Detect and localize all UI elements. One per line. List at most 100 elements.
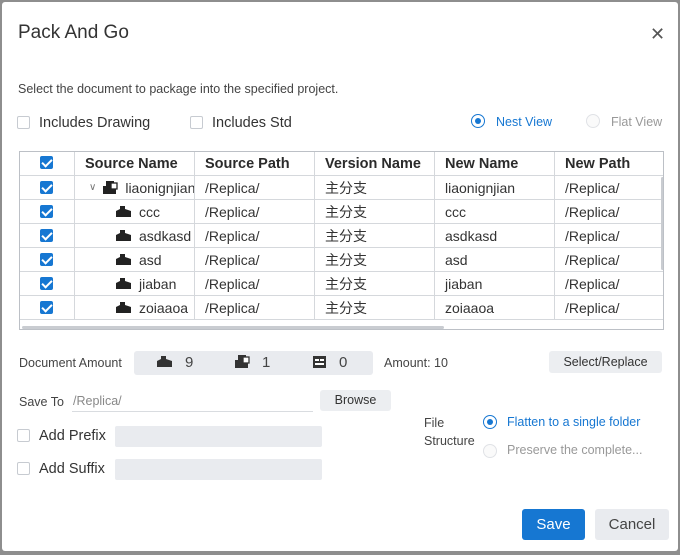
nest-view-radio[interactable] <box>471 114 485 128</box>
add-prefix-checkbox[interactable] <box>17 428 30 442</box>
save-button[interactable]: Save <box>522 509 585 540</box>
drawing-icon <box>313 355 326 368</box>
includes-std-option[interactable]: Includes Std <box>190 115 292 131</box>
assembly-count: 1 <box>234 351 270 375</box>
part-icon <box>116 278 131 290</box>
new-path-cell[interactable]: /Replica/ <box>555 200 663 224</box>
cancel-button[interactable]: Cancel <box>595 509 669 540</box>
source-name-cell: ccc <box>75 200 195 224</box>
part-icon <box>116 302 131 314</box>
header-new-path[interactable]: New Path <box>555 152 663 176</box>
source-name-text: asdkasd <box>139 228 192 244</box>
new-path-cell[interactable]: /Replica/ <box>555 176 663 200</box>
add-prefix-option[interactable]: Add Prefix <box>17 428 106 444</box>
source-name-cell: asd <box>75 248 195 272</box>
prefix-input[interactable] <box>115 426 322 447</box>
source-path-cell: /Replica/ <box>195 272 315 296</box>
document-amount-label: Document Amount <box>19 356 122 370</box>
header-select-all[interactable] <box>20 152 75 176</box>
header-new-name[interactable]: New Name <box>435 152 555 176</box>
header-version-name[interactable]: Version Name <box>315 152 435 176</box>
source-name-text: jiaban <box>139 276 177 292</box>
row-checkbox[interactable] <box>40 277 53 291</box>
row-checkbox[interactable] <box>40 253 53 267</box>
source-path-cell: /Replica/ <box>195 248 315 272</box>
new-name-cell[interactable]: zoiaaoa <box>435 296 555 320</box>
amount-total: Amount: 10 <box>384 356 448 370</box>
source-path-cell: /Replica/ <box>195 200 315 224</box>
table-row[interactable]: jiaban /Replica/ 主分支 jiaban /Replica/ <box>20 272 663 296</box>
preserve-radio[interactable] <box>483 444 497 458</box>
source-name-text: zoiaaoa <box>139 300 189 316</box>
preserve-label[interactable]: Preserve the complete... <box>507 443 642 457</box>
add-suffix-checkbox[interactable] <box>17 461 30 475</box>
table-horizontal-scrollbar[interactable] <box>22 326 444 329</box>
select-all-checkbox[interactable] <box>40 156 53 170</box>
includes-std-label: Includes Std <box>212 115 292 131</box>
row-checkbox-cell[interactable] <box>20 176 75 200</box>
row-checkbox[interactable] <box>40 229 53 243</box>
new-path-cell[interactable]: /Replica/ <box>555 296 663 320</box>
part-count-value: 9 <box>185 354 194 371</box>
new-name-cell[interactable]: ccc <box>435 200 555 224</box>
source-name-text: asd <box>139 252 162 268</box>
version-name-cell: 主分支 <box>315 224 435 248</box>
file-structure-label-line1: File <box>424 416 445 430</box>
file-structure-label-line2: Structure <box>424 434 475 448</box>
dialog-title: Pack And Go <box>18 22 129 43</box>
source-name-cell: asdkasd <box>75 224 195 248</box>
row-checkbox[interactable] <box>40 205 53 219</box>
row-checkbox[interactable] <box>40 301 53 315</box>
new-name-cell[interactable]: jiaban <box>435 272 555 296</box>
part-icon <box>116 230 131 242</box>
row-checkbox-cell[interactable] <box>20 272 75 296</box>
table-row[interactable]: ∨ liaonignjian /Replica/ 主分支 liaonignjian… <box>20 176 663 200</box>
table-row[interactable]: ccc /Replica/ 主分支 ccc /Replica/ <box>20 200 663 224</box>
pack-and-go-dialog: Pack And Go ✕ Select the document to pac… <box>2 2 678 551</box>
table-row[interactable]: asdkasd /Replica/ 主分支 asdkasd /Replica/ <box>20 224 663 248</box>
table-row[interactable]: asd /Replica/ 主分支 asd /Replica/ <box>20 248 663 272</box>
row-checkbox[interactable] <box>40 181 53 195</box>
row-checkbox-cell[interactable] <box>20 200 75 224</box>
new-path-cell[interactable]: /Replica/ <box>555 248 663 272</box>
row-checkbox-cell[interactable] <box>20 296 75 320</box>
source-name-cell: jiaban <box>75 272 195 296</box>
flatten-radio[interactable] <box>483 415 497 429</box>
close-icon[interactable]: ✕ <box>650 24 665 45</box>
includes-drawing-checkbox[interactable] <box>17 115 30 129</box>
flat-view-radio[interactable] <box>586 114 600 128</box>
document-amount-box: 9 1 0 <box>134 351 373 375</box>
nest-view-label[interactable]: Nest View <box>496 115 552 129</box>
includes-std-checkbox[interactable] <box>190 115 203 129</box>
row-checkbox-cell[interactable] <box>20 224 75 248</box>
source-name-text: liaonignjian <box>125 180 195 196</box>
suffix-input[interactable] <box>115 459 322 480</box>
new-name-cell[interactable]: liaonignjian <box>435 176 555 200</box>
source-name-cell: ∨ liaonignjian <box>75 176 195 200</box>
flatten-label[interactable]: Flatten to a single folder <box>507 415 640 429</box>
expand-chevron-icon[interactable]: ∨ <box>89 176 96 200</box>
row-checkbox-cell[interactable] <box>20 248 75 272</box>
source-name-text: ccc <box>139 204 160 220</box>
flat-view-label[interactable]: Flat View <box>611 115 662 129</box>
add-suffix-option[interactable]: Add Suffix <box>17 461 105 477</box>
source-name-cell: zoiaaoa <box>75 296 195 320</box>
table-vertical-scrollbar[interactable] <box>661 177 663 270</box>
browse-button[interactable]: Browse <box>320 390 391 411</box>
save-to-path-field[interactable]: /Replica/ <box>72 391 313 412</box>
documents-table: Source Name Source Path Version Name New… <box>19 151 664 330</box>
add-suffix-label: Add Suffix <box>39 461 105 477</box>
select-replace-button[interactable]: Select/Replace <box>549 351 662 373</box>
table-row[interactable]: zoiaaoa /Replica/ 主分支 zoiaaoa /Replica/ <box>20 296 663 320</box>
includes-drawing-option[interactable]: Includes Drawing <box>17 115 150 131</box>
source-path-cell: /Replica/ <box>195 296 315 320</box>
new-name-cell[interactable]: asd <box>435 248 555 272</box>
includes-drawing-label: Includes Drawing <box>39 115 151 131</box>
assembly-count-value: 1 <box>262 354 271 371</box>
new-path-cell[interactable]: /Replica/ <box>555 272 663 296</box>
part-icon <box>157 356 172 368</box>
new-name-cell[interactable]: asdkasd <box>435 224 555 248</box>
new-path-cell[interactable]: /Replica/ <box>555 224 663 248</box>
header-source-path[interactable]: Source Path <box>195 152 315 176</box>
header-source-name[interactable]: Source Name <box>75 152 195 176</box>
